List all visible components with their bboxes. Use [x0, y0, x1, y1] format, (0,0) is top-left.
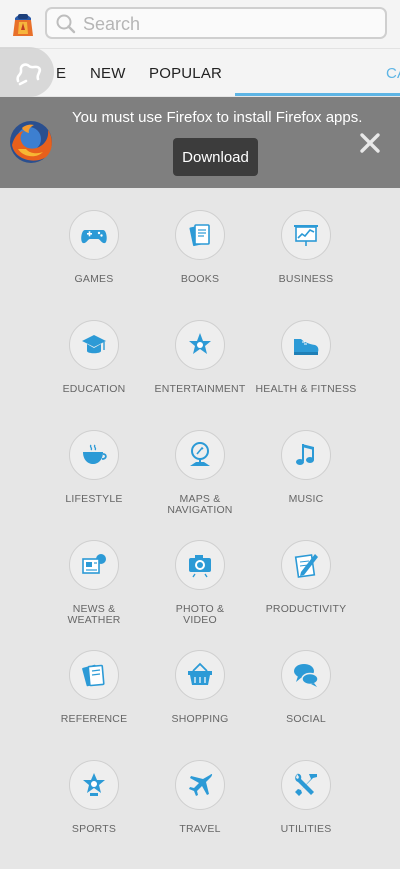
category-icon-circle	[281, 540, 331, 590]
map-pin-icon	[190, 442, 210, 466]
tab-home-partial[interactable]: E	[56, 65, 66, 82]
menu-icon	[16, 63, 42, 86]
gamepad-icon	[81, 230, 107, 244]
category-label: HEALTH & FITNESS	[255, 383, 357, 395]
category-icon-circle	[175, 430, 225, 480]
category-label: NEWS & WEATHER	[67, 603, 121, 626]
graduation-cap-icon	[82, 335, 106, 354]
category-icon-circle	[281, 760, 331, 810]
category-icon-circle	[281, 210, 331, 260]
book-icon	[189, 224, 210, 247]
close-icon[interactable]	[358, 131, 382, 155]
category-icon-circle	[69, 210, 119, 260]
sneaker-icon	[294, 339, 319, 355]
header	[0, 0, 400, 48]
category-label: REFERENCE	[60, 713, 128, 725]
menu-button[interactable]	[0, 47, 54, 97]
category-label: BUSINESS	[278, 273, 334, 285]
pencil-icon	[294, 554, 318, 578]
category-icon-circle	[69, 320, 119, 370]
category-label: TRAVEL	[179, 823, 221, 835]
tab-bar: E NEW POPULAR CA	[0, 48, 400, 96]
search-icon	[56, 14, 76, 34]
category-icon-circle	[69, 430, 119, 480]
cup-icon	[83, 444, 107, 464]
category-icon-circle	[281, 430, 331, 480]
category-label: BOOKS	[180, 273, 220, 285]
trophy-star-icon	[83, 773, 105, 796]
newspaper-icon	[82, 554, 106, 574]
category-icon-circle	[175, 320, 225, 370]
basket-icon	[188, 662, 212, 685]
active-tab-indicator	[235, 93, 400, 96]
firefox-logo-icon	[10, 121, 52, 163]
category-label: EDUCATION	[62, 383, 126, 395]
category-icon-circle	[175, 540, 225, 590]
category-label: SPORTS	[71, 823, 117, 835]
chart-icon	[294, 225, 318, 246]
category-label: SHOPPING	[171, 713, 229, 725]
category-icon-circle	[281, 320, 331, 370]
category-icon-circle	[69, 540, 119, 590]
category-label: PHOTO & VIDEO	[175, 603, 225, 626]
banner-message: You must use Firefox to install Firefox …	[72, 109, 363, 126]
airplane-icon	[189, 773, 213, 796]
firefox-required-banner: You must use Firefox to install Firefox …	[0, 97, 400, 188]
tab-popular[interactable]: POPULAR	[149, 65, 222, 82]
camera-icon	[189, 555, 211, 578]
category-icon-circle	[69, 760, 119, 810]
chat-bubbles-icon	[294, 664, 319, 687]
category-icon-circle	[69, 650, 119, 700]
marketplace-logo-icon[interactable]	[9, 10, 37, 38]
category-label: MUSIC	[288, 493, 324, 505]
category-label: GAMES	[74, 273, 114, 285]
category-label: MAPS & NAVIGATION	[167, 493, 233, 516]
category-icon-circle	[281, 650, 331, 700]
category-label: SOCIAL	[286, 713, 326, 725]
music-note-icon	[296, 444, 314, 465]
star-icon	[189, 333, 211, 354]
category-label: PRODUCTIVITY	[265, 603, 347, 615]
category-label: ENTERTAINMENT	[154, 383, 246, 395]
category-label: UTILITIES	[280, 823, 332, 835]
category-icon-circle	[175, 210, 225, 260]
category-icon-circle	[175, 760, 225, 810]
search-input[interactable]	[81, 10, 375, 38]
category-icon-circle	[175, 650, 225, 700]
category-label: LIFESTYLE	[65, 493, 123, 505]
download-button[interactable]: Download	[173, 138, 258, 176]
reference-book-icon	[82, 664, 105, 687]
tools-icon	[295, 773, 317, 796]
tab-new[interactable]: NEW	[90, 65, 126, 82]
search-box[interactable]	[45, 7, 387, 39]
tab-categories[interactable]: CA	[386, 65, 400, 82]
